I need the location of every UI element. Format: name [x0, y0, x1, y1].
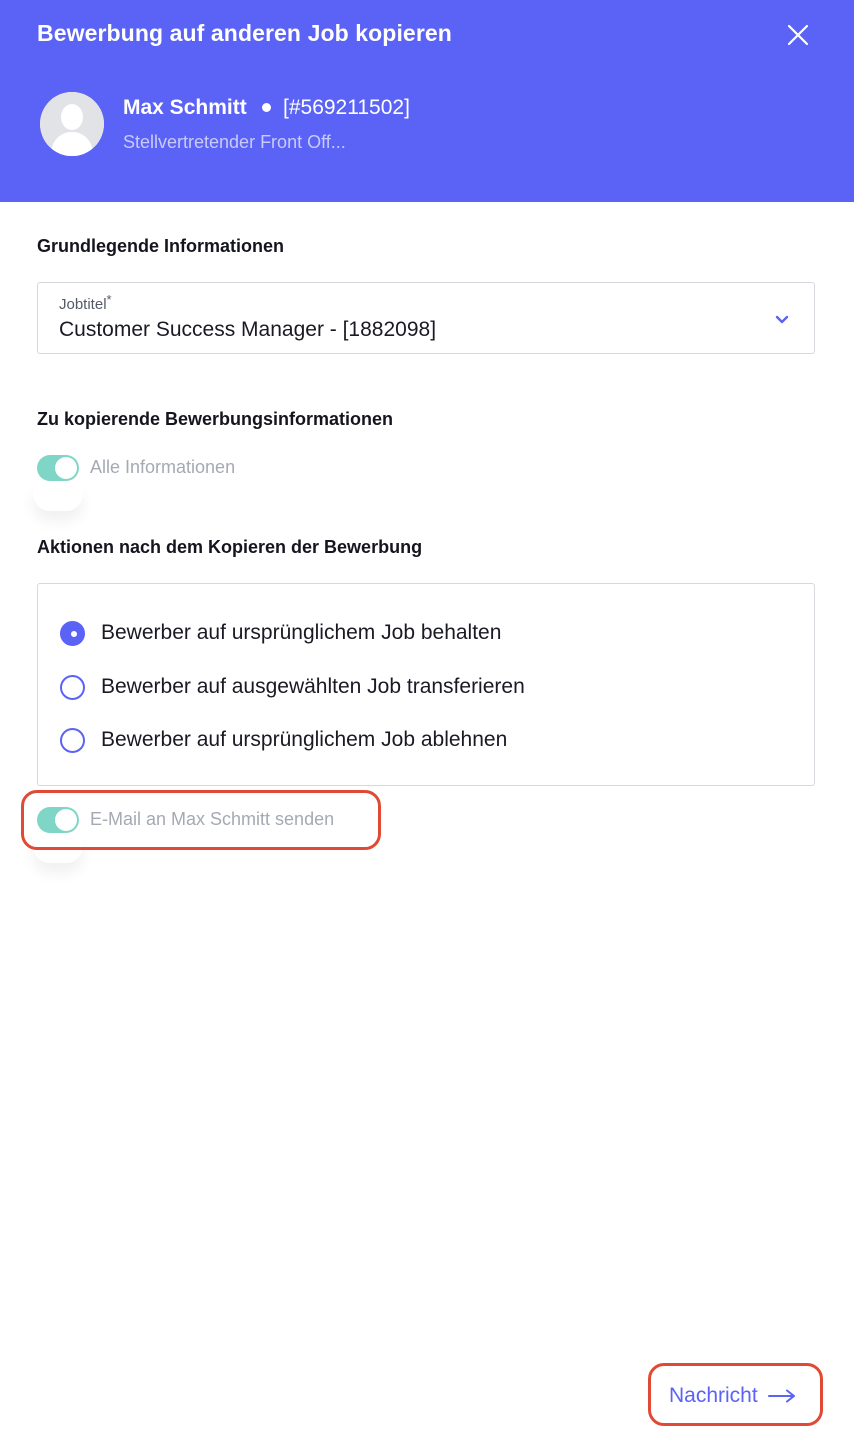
option-reject-on-original-job[interactable]: Bewerber auf ursprünglichem Job ablehnen	[60, 725, 507, 755]
job-title-value: Customer Success Manager - [1882098]	[59, 318, 437, 341]
section-title-basic-info: Grundlegende Informationen	[37, 236, 285, 256]
toggle-shadow	[33, 477, 83, 511]
option-label: Bewerber auf ursprünglichem Job behalten	[101, 621, 502, 644]
option-label: Bewerber auf ausgewählten Job transferie…	[101, 675, 525, 698]
option-transfer-to-selected-job[interactable]: Bewerber auf ausgewählten Job transferie…	[60, 672, 525, 702]
modal-title: Bewerbung auf anderen Job kopieren	[37, 20, 452, 46]
job-title-label-text: Jobtitel	[59, 296, 107, 313]
separator-dot	[262, 103, 271, 112]
close-icon	[787, 24, 809, 46]
candidate-name: Max Schmitt	[123, 96, 247, 119]
highlight-frame-next-button	[648, 1363, 823, 1426]
radio-button[interactable]	[60, 674, 85, 700]
all-info-toggle[interactable]	[37, 455, 79, 481]
required-mark: *	[106, 292, 112, 307]
candidate-avatar	[40, 92, 104, 156]
job-title-select[interactable]: Jobtitel* Customer Success Manager - [18…	[37, 282, 815, 354]
modal-header: Bewerbung auf anderen Job kopieren Max S…	[0, 0, 854, 202]
actions-radio-group: Bewerber auf ursprünglichem Job behalten…	[37, 583, 815, 786]
candidate-id: [#569211502]	[283, 96, 410, 119]
option-label: Bewerber auf ursprünglichem Job ablehnen	[101, 728, 508, 751]
close-button[interactable]	[780, 17, 816, 53]
candidate-position: Stellvertretender Front Off...	[123, 132, 346, 152]
radio-button[interactable]	[60, 727, 85, 753]
section-title-copy-info: Zu kopierende Bewerbungsinformationen	[37, 409, 394, 429]
toggle-knob	[55, 457, 77, 479]
highlight-frame-email-toggle	[21, 790, 381, 850]
user-placeholder-icon	[40, 92, 104, 156]
chevron-down-icon	[775, 315, 789, 324]
radio-button-checked[interactable]	[60, 620, 85, 646]
option-keep-on-original-job[interactable]: Bewerber auf ursprünglichem Job behalten	[60, 618, 501, 648]
section-title-actions: Aktionen nach dem Kopieren der Bewerbung	[37, 537, 423, 557]
job-title-label: Jobtitel*	[59, 292, 112, 313]
all-info-toggle-label: Alle Informationen	[90, 457, 236, 477]
